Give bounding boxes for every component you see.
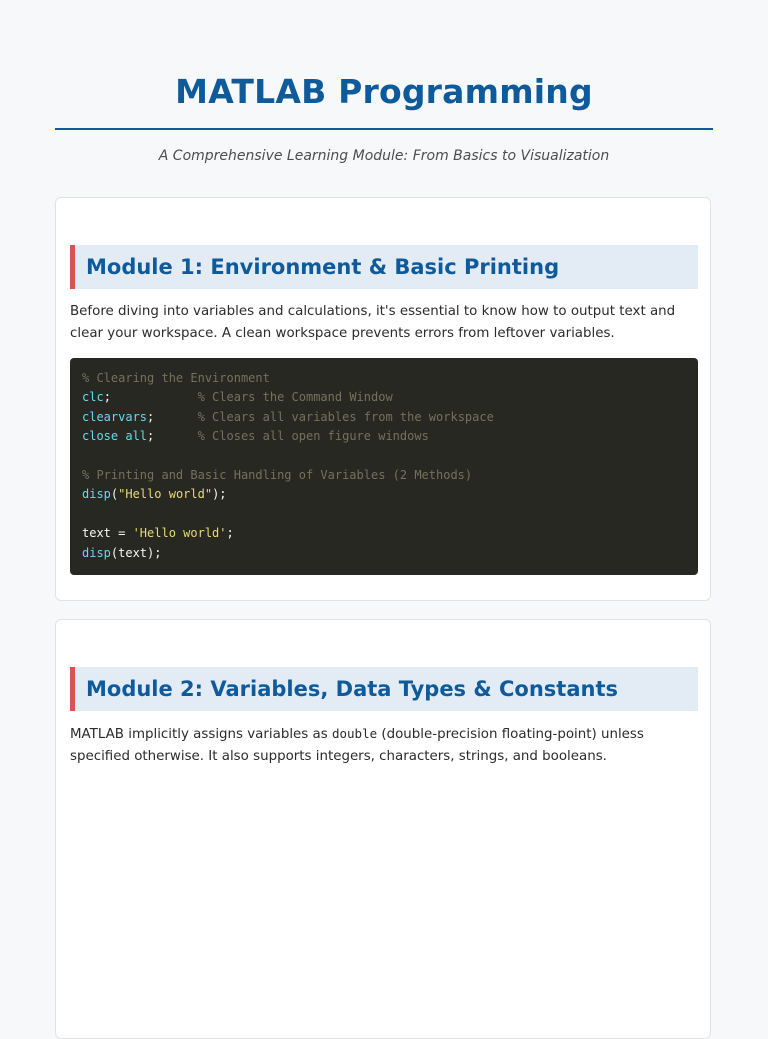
module-2-description-start: MATLAB implicitly assigns variables as (70, 727, 332, 742)
inline-code-double: double (331, 726, 378, 741)
title-divider (55, 128, 713, 130)
code-text: ; (147, 409, 198, 424)
code-string: 'Hello world' (132, 526, 227, 541)
code-keyword: disp (82, 487, 111, 502)
code-line: close all; % Closes all open figure wind… (82, 427, 686, 446)
code-comment: % Clears all variables from the workspac… (197, 409, 494, 424)
code-text: ; (226, 526, 234, 541)
code-comment: % Printing and Basic Handling of Variabl… (82, 467, 473, 482)
code-text: (text); (110, 545, 162, 560)
module-2-heading: Module 2: Variables, Data Types & Consta… (70, 667, 698, 711)
code-line: % Printing and Basic Handling of Variabl… (82, 466, 686, 485)
module-1-card: Module 1: Environment & Basic Printing B… (55, 197, 711, 601)
code-line: clc; % Clears the Command Window (82, 388, 686, 407)
code-line: disp(text); (82, 544, 686, 563)
code-line: % Clearing the Environment (82, 369, 686, 388)
code-line: disp("Hello world"); (82, 485, 686, 504)
module-2-card: Module 2: Variables, Data Types & Consta… (55, 619, 711, 1039)
module-1-description: Before diving into variables and calcula… (70, 304, 676, 341)
code-keyword: clc (82, 390, 104, 405)
code-keyword: disp (82, 545, 111, 560)
code-comment: % Clears the Command Window (197, 390, 393, 405)
code-text: text = (82, 526, 133, 541)
code-comment: % Clearing the Environment (82, 371, 270, 385)
code-keyword: clearvars (82, 409, 148, 424)
module-1-heading: Module 1: Environment & Basic Printing (70, 245, 698, 289)
code-line: clearvars; % Clears all variables from t… (82, 408, 686, 427)
code-line: text = 'Hello world'; (82, 524, 686, 543)
module-1-code-block[interactable]: % Clearing the Environment clc; % Clears … (70, 358, 698, 575)
code-string: "Hello world" (118, 487, 213, 502)
code-keyword: close all (82, 429, 148, 444)
page-title: MATLAB Programming (175, 72, 593, 111)
code-comment: % Closes all open figure windows (197, 429, 429, 444)
code-text: ; (103, 390, 198, 405)
code-text: ); (212, 487, 227, 502)
page-subtitle: A Comprehensive Learning Module: From Ba… (158, 148, 610, 164)
code-text: ; (147, 429, 198, 444)
module-2-description: MATLAB implicitly assigns variables as d… (70, 723, 698, 768)
